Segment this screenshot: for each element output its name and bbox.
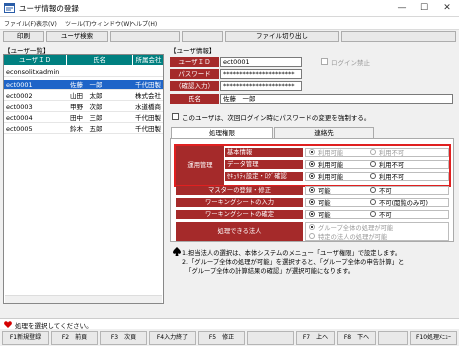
perm-data-no-text: 利用不可 <box>379 162 405 169</box>
perm-data-radio-no[interactable] <box>370 161 376 167</box>
tab-permissions[interactable]: 処理権限 <box>171 127 273 138</box>
note-line-3: 「グループ全体の計算結果の確認」が選択可能になります。 <box>182 268 355 275</box>
f1-new-button[interactable]: F1新規登録 <box>2 331 49 345</box>
perm-ws-input-no-text: 不可(閲覧のみ可) <box>379 200 428 207</box>
col-header-id[interactable]: ユーザＩＤ <box>4 55 67 65</box>
target-entity-label: 処理できる法人 <box>176 222 303 241</box>
toolbar: 印刷 ユーザ検索 ファイル切り出し <box>0 30 459 43</box>
list-item[interactable]: ect0003 甲野 次郎 水道橋商 <box>4 102 163 112</box>
f7-up-button[interactable]: F7 上へ <box>296 331 335 345</box>
list-item-selected[interactable]: ect0001 佐藤 一郎 千代田製 <box>4 80 163 90</box>
perm-ws-confirm-radio-no[interactable] <box>370 211 376 217</box>
f4-end-input-button[interactable]: F4入力終了 <box>149 331 196 345</box>
menu-view[interactable]: 表示(V) <box>36 19 57 28</box>
maximize-button[interactable]: ☐ <box>413 1 435 15</box>
tab-contacts[interactable]: 連絡先 <box>274 127 374 138</box>
perm-security-radio-yes[interactable] <box>309 173 315 179</box>
login-ban-checkbox[interactable] <box>321 58 328 65</box>
status-text: 処理を選択してください。 <box>15 322 93 330</box>
password-label: パスワード <box>170 69 219 79</box>
menu-file[interactable]: ファイル(F) <box>4 19 36 28</box>
perm-master-label: マスターの登録・修正 <box>176 186 303 195</box>
list-item[interactable]: ect0004 田中 三郎 千代田製 <box>4 113 163 123</box>
perm-ws-input-radio-no[interactable] <box>370 199 376 205</box>
perm-ws-input-label: ワーキングシートの入力 <box>176 198 303 207</box>
close-button[interactable]: ✕ <box>436 1 458 15</box>
info-section-label: 【ユーザ情報】 <box>170 47 216 55</box>
user-list[interactable]: ユーザＩＤ 氏名 所属会社 econsolitxadmin ect0001 佐藤… <box>3 54 164 304</box>
target-specific-text: 特定の法人の処理が可能 <box>318 234 388 241</box>
f9-blank-button[interactable] <box>378 331 408 345</box>
user-id-label: ユーザＩＤ <box>170 57 219 67</box>
menu-tools[interactable]: ツール(T) <box>65 19 91 28</box>
perm-master-no-text: 不可 <box>379 188 392 195</box>
print-button[interactable]: 印刷 <box>3 31 44 42</box>
target-specific-radio[interactable] <box>309 233 315 239</box>
target-group-text: グループ全体の処理が可能 <box>318 225 394 232</box>
perm-basic-label: 基本情報 <box>225 148 303 157</box>
perm-data-yes-text: 利用可能 <box>318 162 344 169</box>
password-field[interactable]: ********************** <box>220 69 302 79</box>
note-line-1: 1.担当法人の選択は、本体システムのメニュー「ユーザ権限」で設定します。 <box>182 250 402 257</box>
horizontal-scrollbar[interactable] <box>5 295 162 303</box>
perm-basic-no-text: 利用不可 <box>379 150 405 157</box>
force-change-label: このユーザは、次回ログイン時にパスワードの変更を強制する。 <box>182 114 371 122</box>
f3-next-page-button[interactable]: F3 次頁 <box>100 331 147 345</box>
perm-ws-input-yes-text: 可能 <box>318 200 331 207</box>
perm-ws-confirm-label: ワーキングシートの確定 <box>176 210 303 219</box>
f2-prev-page-button[interactable]: F2 前頁 <box>51 331 98 345</box>
f8-down-button[interactable]: F8 下へ <box>337 331 376 345</box>
user-search-button[interactable]: ユーザ検索 <box>46 31 108 42</box>
perm-basic-radio-yes[interactable] <box>309 149 315 155</box>
perm-security-radio-no[interactable] <box>370 173 376 179</box>
perm-ws-input-radio-yes[interactable] <box>309 199 315 205</box>
col-header-name[interactable]: 氏名 <box>67 55 133 65</box>
login-ban-label: ログイン禁止 <box>331 59 370 67</box>
app-icon <box>4 3 15 13</box>
toolbar-blank-button-2[interactable] <box>182 31 223 42</box>
perm-ws-confirm-yes-text: 可能 <box>318 212 331 219</box>
function-key-bar: F1新規登録 F2 前頁 F3 次頁 F4入力終了 F5 修正 F7 上へ F8… <box>0 330 459 346</box>
perm-master-yes-text: 可能 <box>318 188 331 195</box>
menu-bar: ファイル(F) 表示(V) ツール(T) ウィンドウ(W) ヘルプ(H) <box>0 17 459 30</box>
toolbar-blank-button[interactable] <box>110 31 180 42</box>
menu-window[interactable]: ウィンドウ(W) <box>91 19 132 28</box>
target-group-radio[interactable] <box>309 224 315 230</box>
perm-security-no-text: 利用不可 <box>379 174 405 181</box>
window-title: ユーザ情報の登録 <box>19 4 79 13</box>
name-field[interactable]: 佐藤 一郎 <box>220 94 453 104</box>
menu-help[interactable]: ヘルプ(H) <box>130 19 157 28</box>
force-change-checkbox[interactable] <box>172 113 179 120</box>
title-bar: ユーザ情報の登録 — ☐ ✕ <box>0 0 459 17</box>
status-bar: 処理を選択してください。 <box>0 318 459 330</box>
f10-menu-button[interactable]: F10処理ﾒﾆｭｰ <box>410 331 457 345</box>
minimize-button[interactable]: — <box>391 1 413 15</box>
f6-blank-button[interactable] <box>247 331 294 345</box>
list-item[interactable]: ect0002 山田 太郎 株式会社 <box>4 91 163 101</box>
note-line-2: 2.「グループ全体の処理が可能」を選択すると、「グループ全体の申告計算」と <box>182 259 405 266</box>
name-label: 氏名 <box>170 94 219 104</box>
toolbar-blank-button-3[interactable] <box>341 31 456 42</box>
confirm-label: （確認入力） <box>170 81 219 91</box>
perm-ws-confirm-no-text: 不可 <box>379 212 392 219</box>
perm-data-radio-yes[interactable] <box>309 161 315 167</box>
heart-icon <box>4 321 12 328</box>
f5-edit-button[interactable]: F5 修正 <box>198 331 245 345</box>
list-item[interactable]: econsolitxadmin <box>4 67 163 77</box>
perm-data-label: データ管理 <box>225 160 303 169</box>
confirm-password-field[interactable]: ********************** <box>220 81 302 91</box>
perm-security-label: ｾｷｭﾘﾃｨ設定・ﾛｸﾞ確認 <box>225 172 303 181</box>
perm-master-radio-yes[interactable] <box>309 187 315 193</box>
user-id-field[interactable]: ect0001 <box>220 57 302 67</box>
spade-icon <box>173 247 181 256</box>
perm-master-radio-no[interactable] <box>370 187 376 193</box>
col-header-company[interactable]: 所属会社 <box>133 55 163 65</box>
perm-security-yes-text: 利用可能 <box>318 174 344 181</box>
perm-basic-yes-text: 利用可能 <box>318 150 344 157</box>
file-switch-button[interactable]: ファイル切り出し <box>225 31 339 42</box>
perm-ws-confirm-radio-yes[interactable] <box>309 211 315 217</box>
list-item[interactable]: ect0005 鈴木 五郎 千代田製 <box>4 124 163 134</box>
perm-basic-radio-no[interactable] <box>370 149 376 155</box>
